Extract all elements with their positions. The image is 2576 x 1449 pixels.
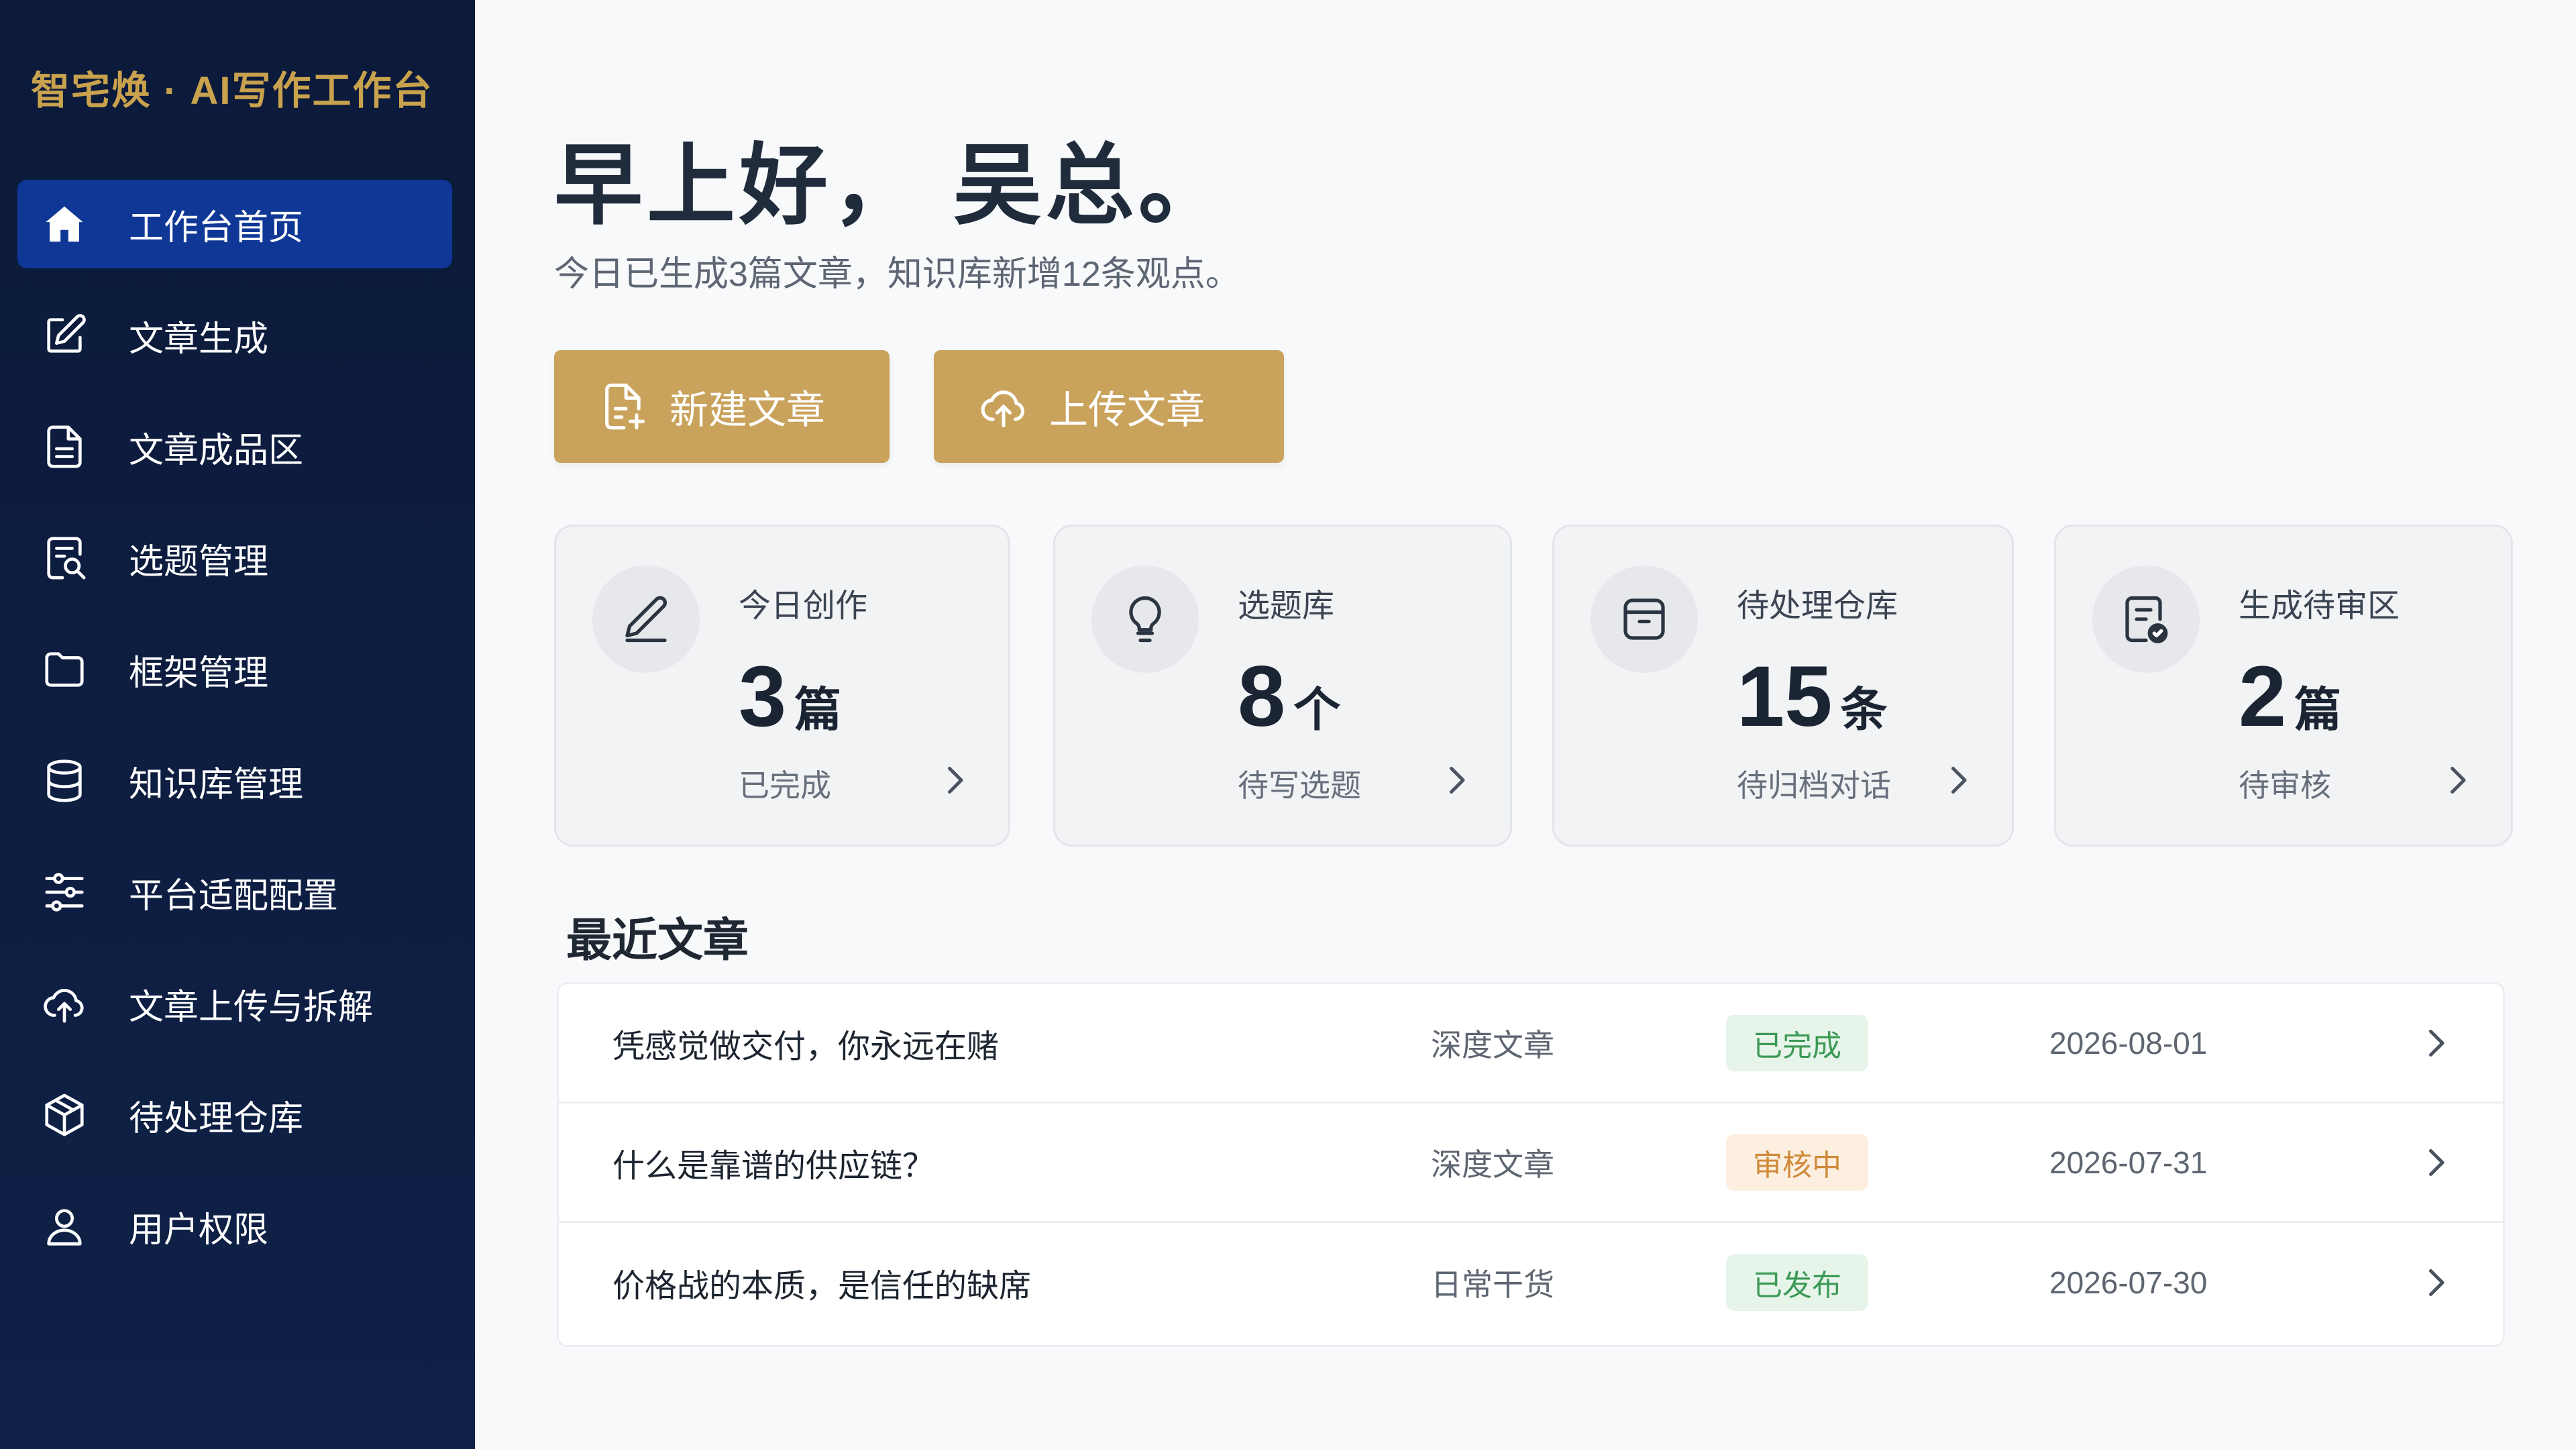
sidebar-item-user-permissions[interactable]: 用户权限 — [17, 1182, 452, 1271]
page-subtitle: 今日已生成3篇文章，知识库新增12条观点。 — [554, 255, 1240, 294]
chevron-right-icon — [2451, 767, 2466, 794]
card-description: 待写选题 — [1238, 768, 1361, 803]
lightbulb-icon — [1091, 566, 1199, 673]
sidebar-item-label: 待处理仓库 — [129, 1099, 304, 1138]
sidebar-item-framework-management[interactable]: 框架管理 — [17, 625, 452, 714]
card-description: 待归档对话 — [1737, 768, 1891, 803]
recent-articles-title: 最近文章 — [566, 915, 749, 966]
sidebar-item-label: 选题管理 — [129, 542, 269, 582]
card-value: 2 篇 — [2239, 654, 2341, 740]
stat-card-warehouse[interactable]: 待处理仓库 15 条 待归档对话 — [1552, 525, 2014, 847]
card-title: 生成待审区 — [2239, 588, 2400, 624]
sidebar-item-upload-parse[interactable]: 文章上传与拆解 — [17, 959, 452, 1048]
review-document-icon — [2092, 566, 2200, 673]
card-title: 待处理仓库 — [1737, 588, 1898, 624]
sidebar-item-article-generate[interactable]: 文章生成 — [17, 291, 452, 380]
article-category: 深度文章 — [1431, 1146, 1554, 1182]
card-unit: 条 — [1840, 684, 1888, 736]
chevron-right-icon — [2429, 1029, 2445, 1057]
sidebar-item-label: 知识库管理 — [129, 765, 304, 804]
card-value: 3 篇 — [739, 654, 841, 740]
sidebar-item-label: 平台适配配置 — [129, 876, 339, 916]
folder-icon — [38, 643, 91, 696]
sidebar: 智宅焕 · AI写作工作台 工作台首页 文章生成 文章成品区 选题管理 框架管理… — [0, 0, 475, 1449]
file-add-icon — [597, 380, 651, 433]
upload-article-button[interactable]: 上传文章 — [934, 350, 1284, 463]
sidebar-item-pending-warehouse[interactable]: 待处理仓库 — [17, 1071, 452, 1159]
status-badge: 审核中 — [1726, 1134, 1868, 1191]
sidebar-item-home[interactable]: 工作台首页 — [17, 180, 452, 268]
card-title: 今日创作 — [739, 588, 868, 624]
cloud-upload-icon — [977, 380, 1030, 433]
sidebar-item-platform-config[interactable]: 平台适配配置 — [17, 848, 452, 936]
article-date: 2026-07-31 — [2049, 1144, 2208, 1180]
chevron-right-icon — [1951, 767, 1967, 794]
card-unit: 个 — [1293, 684, 1341, 736]
article-category: 日常干货 — [1431, 1267, 1554, 1302]
card-value: 8 个 — [1238, 654, 1340, 740]
cloud-upload-icon — [38, 977, 91, 1030]
sidebar-item-topic-management[interactable]: 选题管理 — [17, 514, 452, 602]
main-content: 早上好， 吴总。 今日已生成3篇文章，知识库新增12条观点。 新建文章 上传文章… — [475, 0, 2576, 1449]
sidebar-item-label: 文章上传与拆解 — [129, 987, 374, 1027]
brand-title: 智宅焕 · AI写作工作台 — [31, 69, 433, 113]
chevron-right-icon — [2429, 1148, 2445, 1176]
table-row[interactable]: 凭感觉做交付，你永远在赌 深度文章 已完成 2026-08-01 — [559, 984, 2503, 1104]
sidebar-item-knowledge-base[interactable]: 知识库管理 — [17, 737, 452, 825]
upload-article-label: 上传文章 — [1049, 388, 1205, 432]
status-badge: 已完成 — [1726, 1014, 1868, 1071]
sidebar-item-label: 框架管理 — [129, 653, 269, 693]
sliders-icon — [38, 865, 91, 919]
card-description: 已完成 — [739, 768, 831, 803]
table-row[interactable]: 什么是靠谱的供应链？ 深度文章 审核中 2026-07-31 — [559, 1104, 2503, 1223]
card-title: 选题库 — [1238, 588, 1335, 624]
pen-icon — [592, 566, 700, 673]
chevron-right-icon — [948, 767, 963, 794]
card-number: 8 — [1238, 649, 1286, 745]
card-number: 15 — [1737, 649, 1833, 745]
archive-icon — [1591, 566, 1698, 673]
article-date: 2026-07-30 — [2049, 1265, 2208, 1300]
article-title: 什么是靠谱的供应链？ — [612, 1148, 935, 1184]
home-icon — [38, 197, 91, 251]
card-number: 3 — [739, 649, 787, 745]
stat-card-review[interactable]: 生成待审区 2 篇 待审核 — [2054, 525, 2513, 847]
sidebar-nav: 工作台首页 文章生成 文章成品区 选题管理 框架管理 知识库管理 平台适配配置 … — [17, 180, 452, 1293]
chevron-right-icon — [2429, 1269, 2445, 1296]
status-badge: 已发布 — [1726, 1254, 1868, 1311]
sidebar-item-finished-articles[interactable]: 文章成品区 — [17, 402, 452, 491]
card-value: 15 条 — [1737, 654, 1887, 740]
sidebar-item-label: 工作台首页 — [129, 208, 304, 248]
card-description: 待审核 — [2239, 768, 2331, 803]
user-icon — [38, 1199, 91, 1253]
article-category: 深度文章 — [1431, 1027, 1554, 1063]
search-document-icon — [38, 531, 91, 585]
chevron-right-icon — [1450, 767, 1465, 794]
card-unit: 篇 — [794, 684, 842, 736]
sidebar-item-label: 用户权限 — [129, 1210, 269, 1250]
edit-icon — [38, 309, 91, 362]
recent-articles-table: 凭感觉做交付，你永远在赌 深度文章 已完成 2026-08-01 什么是靠谱的供… — [557, 982, 2505, 1347]
sidebar-item-label: 文章生成 — [129, 319, 269, 359]
new-article-label: 新建文章 — [669, 388, 826, 432]
box-icon — [38, 1088, 91, 1142]
article-title: 价格战的本质，是信任的缺席 — [612, 1269, 1032, 1304]
card-number: 2 — [2239, 649, 2287, 745]
stat-card-today[interactable]: 今日创作 3 篇 已完成 — [554, 525, 1010, 847]
page-title: 早上好， 吴总。 — [554, 136, 1231, 235]
card-unit: 篇 — [2294, 684, 2342, 736]
sidebar-item-label: 文章成品区 — [129, 431, 304, 470]
stat-card-topics[interactable]: 选题库 8 个 待写选题 — [1053, 525, 1512, 847]
new-article-button[interactable]: 新建文章 — [554, 350, 890, 463]
table-row[interactable]: 价格战的本质，是信任的缺席 日常干货 已发布 2026-07-30 — [559, 1223, 2503, 1342]
document-icon — [38, 420, 91, 474]
article-title: 凭感觉做交付，你永远在赌 — [612, 1028, 1000, 1065]
article-date: 2026-08-01 — [2049, 1025, 2208, 1061]
database-icon — [38, 754, 91, 808]
